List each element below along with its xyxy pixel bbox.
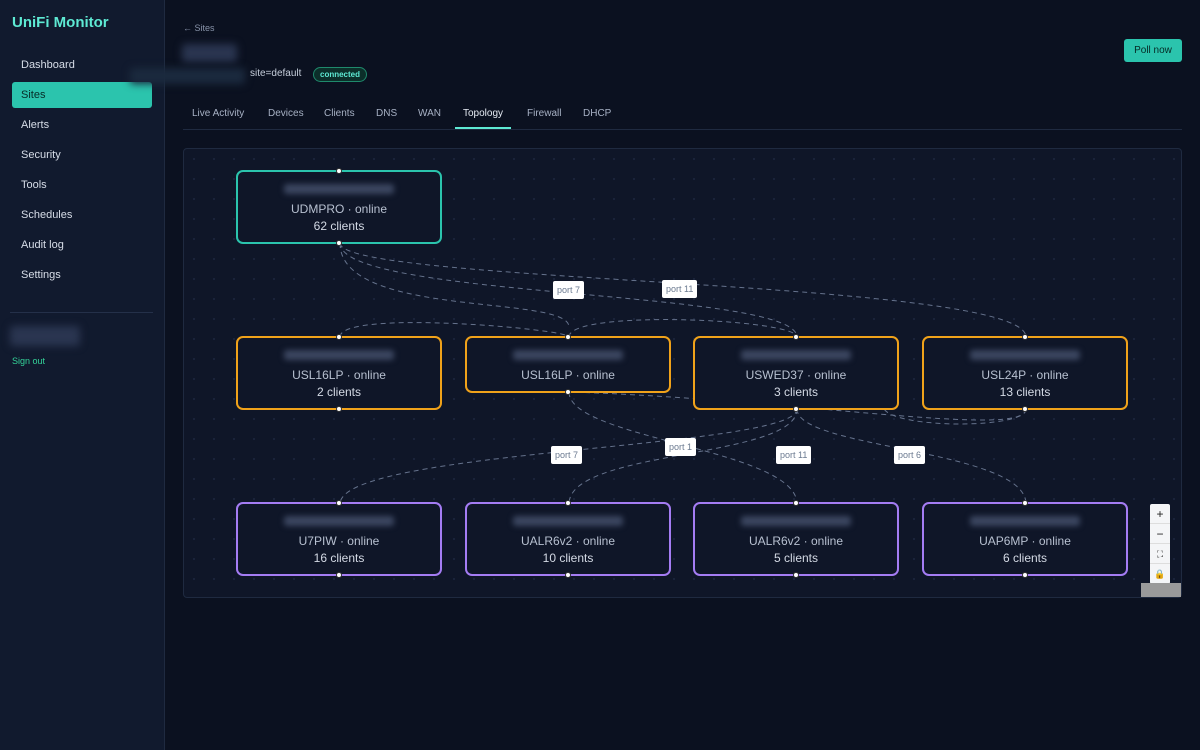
site-id-redacted [130, 68, 245, 84]
node-model: UALR6v2 · online [520, 534, 616, 548]
topology-canvas[interactable]: port 7 port 11 port 7 port 1 port 11 por… [183, 148, 1182, 598]
node-model: U7PIW · online [298, 534, 380, 548]
node-handle[interactable] [1022, 334, 1028, 340]
node-handle[interactable] [336, 406, 342, 412]
device-name-redacted [970, 350, 1080, 360]
node-access-point[interactable]: UAP6MP · online 6 clients [922, 500, 1128, 578]
tab-devices[interactable]: Devices [268, 104, 304, 129]
app-title: UniFi Monitor [12, 14, 109, 31]
device-name-redacted [513, 350, 623, 360]
node-handle[interactable] [336, 500, 342, 506]
edge-gw-switch1 [339, 242, 570, 328]
node-handle[interactable] [336, 168, 342, 174]
edge-label: port 11 [776, 446, 812, 464]
edge-label: port 6 [894, 446, 926, 464]
node-switch[interactable]: USL24P · online 13 clients [922, 334, 1128, 412]
sidebar-item-sites[interactable]: Sites [12, 82, 152, 108]
sidebar-item-schedules[interactable]: Schedules [12, 202, 152, 228]
edge-label: port 11 [662, 280, 698, 298]
node-handle[interactable] [793, 572, 799, 578]
node-clients: 62 clients [313, 219, 365, 233]
node-access-point[interactable]: UALR6v2 · online 10 clients [465, 500, 671, 578]
device-name-redacted [970, 516, 1080, 526]
tab-topology[interactable]: Topology [455, 104, 512, 129]
node-handle[interactable] [1022, 572, 1028, 578]
edge-label: port 7 [553, 281, 585, 299]
device-name-redacted [284, 516, 394, 526]
node-handle[interactable] [793, 500, 799, 506]
sidebar-nav: Dashboard Sites Alerts Security Tools Sc… [12, 52, 152, 292]
node-clients: 2 clients [316, 385, 362, 399]
node-model: USL24P · online [981, 368, 1069, 382]
node-model: UAP6MP · online [979, 534, 1071, 548]
edge-label: port 7 [551, 446, 583, 464]
node-handle[interactable] [793, 406, 799, 412]
tab-clients[interactable]: Clients [324, 104, 355, 129]
site-name-redacted [182, 44, 237, 62]
user-info-redacted [10, 326, 80, 346]
device-name-redacted [284, 184, 394, 194]
attribution [1141, 583, 1181, 597]
node-switch[interactable]: USWED37 · online 3 clients [693, 334, 899, 412]
zoom-in-button[interactable]: + [1150, 504, 1170, 524]
status-badge: connected [313, 67, 368, 82]
tab-dhcp[interactable]: DHCP [583, 104, 611, 129]
tab-bar: Live Activity Devices Clients DNS WAN To… [183, 104, 1182, 130]
node-handle[interactable] [793, 334, 799, 340]
edge-switch2-switch1 [339, 322, 570, 338]
zoom-controls: + − ⛶ 🔒 [1150, 504, 1170, 584]
node-handle[interactable] [565, 389, 571, 395]
node-switch[interactable]: USL16LP · online 2 clients [236, 334, 442, 412]
node-clients: 5 clients [773, 551, 819, 565]
node-model: UALR6v2 · online [748, 534, 844, 548]
device-name-redacted [513, 516, 623, 526]
node-clients: 13 clients [999, 385, 1051, 399]
sidebar-item-audit-log[interactable]: Audit log [12, 232, 152, 258]
node-handle[interactable] [565, 334, 571, 340]
node-model: USL16LP · online [292, 368, 386, 382]
sign-out-link[interactable]: Sign out [12, 356, 45, 366]
fit-view-button[interactable]: ⛶ [1150, 544, 1170, 564]
tab-live-activity[interactable]: Live Activity [192, 104, 244, 129]
tab-wan[interactable]: WAN [418, 104, 441, 129]
edge-switch2-switch3 [568, 319, 798, 338]
node-handle[interactable] [1022, 406, 1028, 412]
device-name-redacted [284, 350, 394, 360]
lock-icon[interactable]: 🔒 [1150, 564, 1170, 584]
node-gateway[interactable]: UDMPRO · online 62 clients [236, 168, 442, 246]
node-clients: 3 clients [773, 385, 819, 399]
node-access-point[interactable]: UALR6v2 · online 5 clients [693, 500, 899, 578]
sidebar-item-settings[interactable]: Settings [12, 262, 152, 288]
sidebar-item-tools[interactable]: Tools [12, 172, 152, 198]
node-handle[interactable] [336, 334, 342, 340]
breadcrumb[interactable]: ← Sites [183, 23, 215, 33]
sidebar-item-alerts[interactable]: Alerts [12, 112, 152, 138]
edge-label: port 1 [665, 438, 697, 456]
node-handle[interactable] [1022, 500, 1028, 506]
node-access-point[interactable]: U7PIW · online 16 clients [236, 500, 442, 578]
node-model: USL16LP · online [521, 368, 615, 382]
device-name-redacted [741, 516, 851, 526]
node-switch[interactable]: USL16LP · online [465, 334, 671, 395]
sidebar: UniFi Monitor Dashboard Sites Alerts Sec… [0, 0, 165, 750]
device-name-redacted [741, 350, 851, 360]
node-handle[interactable] [336, 572, 342, 578]
tab-dns[interactable]: DNS [376, 104, 397, 129]
node-handle[interactable] [336, 240, 342, 246]
node-clients: 16 clients [313, 551, 365, 565]
tab-firewall[interactable]: Firewall [527, 104, 561, 129]
node-model: USWED37 · online [745, 368, 847, 382]
sidebar-item-security[interactable]: Security [12, 142, 152, 168]
node-clients: 10 clients [542, 551, 594, 565]
sidebar-divider [10, 312, 153, 313]
edge-switch4-switch1 [883, 408, 1027, 425]
node-handle[interactable] [565, 500, 571, 506]
node-model: UDMPRO · online [290, 202, 388, 216]
zoom-out-button[interactable]: − [1150, 524, 1170, 544]
site-label: site=default [250, 68, 302, 79]
edge-switch3-ap2 [568, 408, 798, 505]
node-clients: 6 clients [1002, 551, 1048, 565]
node-handle[interactable] [565, 572, 571, 578]
poll-now-button[interactable]: Poll now [1124, 39, 1182, 62]
